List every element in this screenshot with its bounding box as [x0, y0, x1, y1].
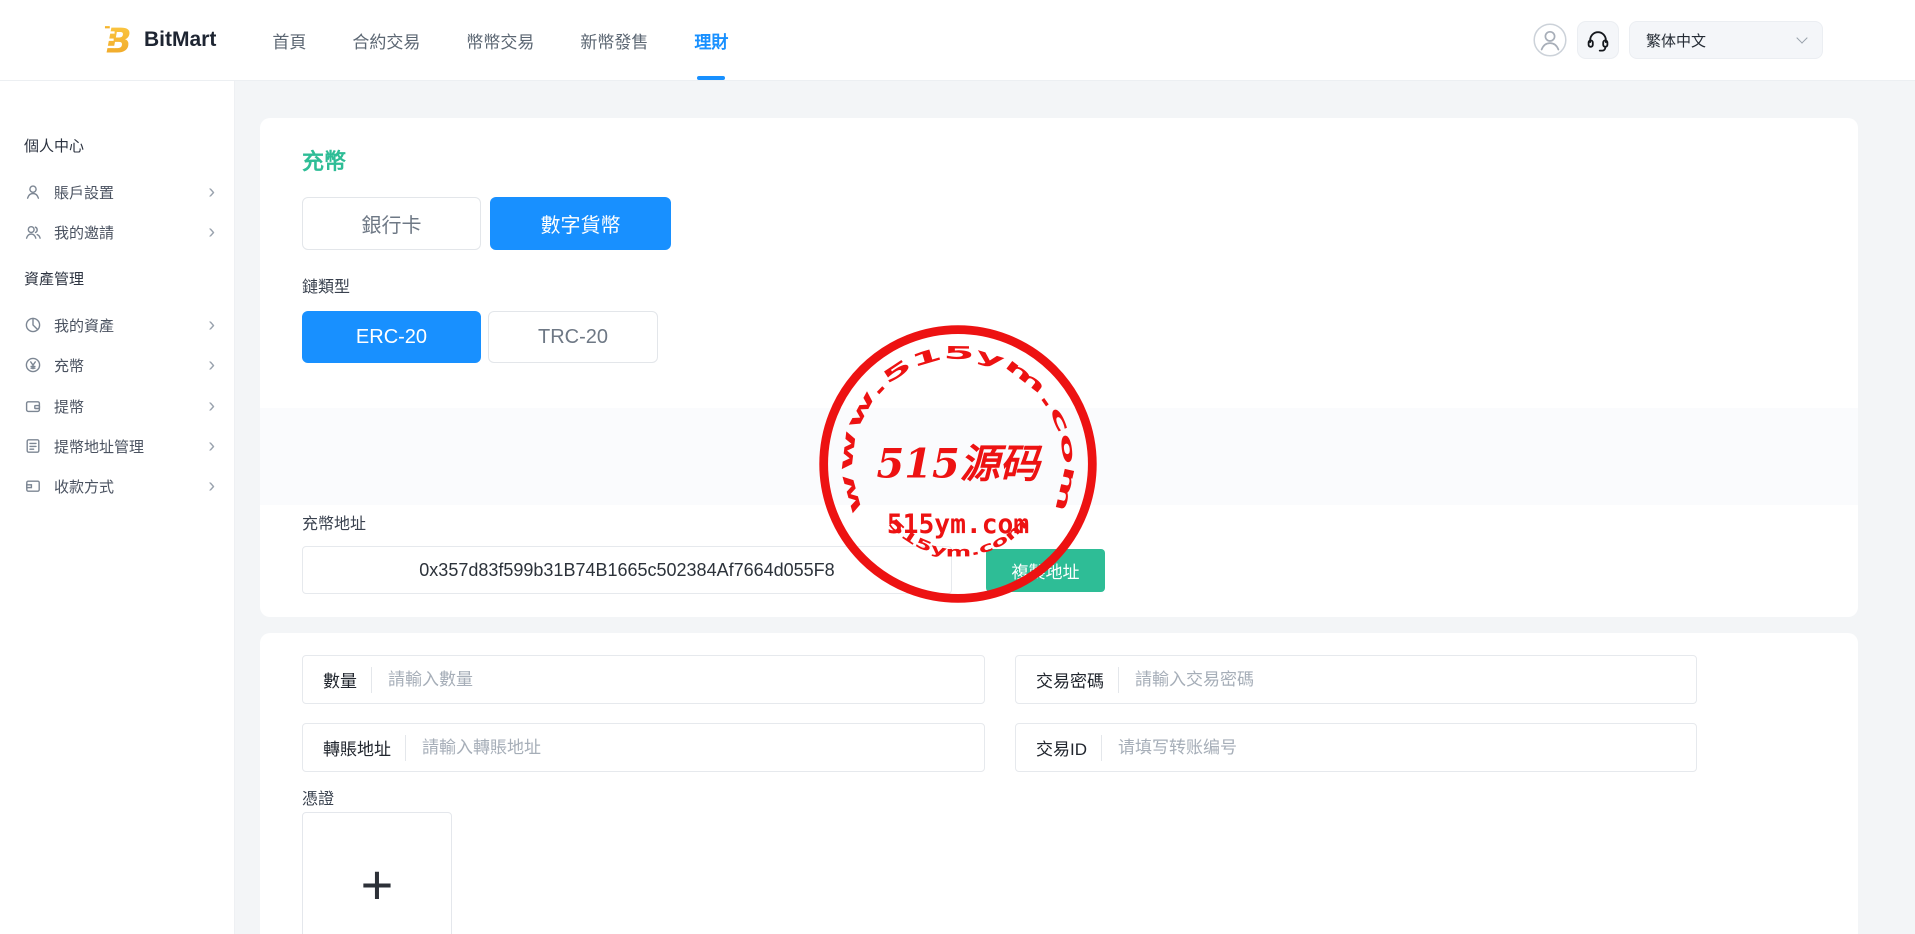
sidebar-item-my-assets[interactable]: 我的資產 › — [0, 311, 235, 339]
user-avatar[interactable] — [1533, 23, 1567, 57]
chevron-right-icon: › — [208, 354, 215, 376]
trade-password-field-group: 交易密碼 — [1015, 655, 1697, 704]
voucher-upload-box[interactable]: + — [302, 812, 452, 934]
main-nav: 首頁 合約交易 幣幣交易 新幣發售 理財 — [272, 0, 728, 80]
wallet-icon — [25, 401, 41, 413]
copy-address-button[interactable]: 複製地址 — [986, 548, 1105, 592]
sidebar-item-my-invitations[interactable]: 我的邀請 › — [0, 218, 235, 246]
chevron-right-icon: › — [208, 314, 215, 336]
nav-item-home[interactable]: 首頁 — [272, 0, 306, 80]
nav-item-contract-trading[interactable]: 合約交易 — [352, 0, 420, 80]
tab-bank-card[interactable]: 銀行卡 — [302, 197, 481, 250]
sidebar-section-personal-center: 個人中心 — [24, 138, 85, 155]
chevron-right-icon: › — [208, 435, 215, 457]
active-nav-underline — [697, 76, 726, 80]
payment-method-icon — [26, 480, 40, 492]
sidebar: 個人中心 賬戶設置 › 我的邀請 › 資產管理 我的資產 › 充幣 › 提幣 ›… — [0, 81, 235, 934]
sidebar-item-withdraw-address-management[interactable]: 提幣地址管理 › — [0, 432, 235, 460]
customer-support-button[interactable] — [1577, 21, 1619, 59]
bitmart-deposit-page: B BitMart 首頁 合約交易 幣幣交易 新幣發售 理財 繁体中文 個人中心… — [0, 0, 1915, 934]
transaction-id-field-group: 交易ID — [1015, 723, 1697, 772]
tab-digital-currency[interactable]: 數字貨幣 — [490, 197, 671, 250]
chain-type-tabs: ERC-20 TRC-20 — [302, 311, 658, 363]
deposit-address-label: 充幣地址 — [302, 516, 367, 533]
bitmart-logo-icon: B — [104, 22, 131, 60]
transfer-address-field-group: 轉賬地址 — [302, 723, 985, 772]
top-navbar: B BitMart 首頁 合約交易 幣幣交易 新幣發售 理財 繁体中文 — [0, 0, 1915, 81]
chevron-right-icon: › — [208, 395, 215, 417]
transfer-form-card: 數量 交易密碼 轉賬地址 交易ID 憑證 + — [260, 633, 1858, 934]
field-divider — [1118, 666, 1119, 693]
pie-chart-icon — [25, 317, 41, 333]
tab-trc20[interactable]: TRC-20 — [488, 311, 658, 363]
amount-input[interactable] — [388, 669, 984, 690]
amount-field-group: 數量 — [302, 655, 985, 704]
deposit-title: 充幣 — [302, 149, 347, 174]
users-icon — [25, 225, 41, 239]
field-divider — [1101, 734, 1102, 761]
amount-label: 數量 — [323, 672, 357, 691]
transaction-id-input[interactable] — [1118, 737, 1696, 758]
transaction-id-label: 交易ID — [1036, 740, 1087, 759]
chain-type-label: 鏈類型 — [302, 279, 351, 296]
trade-password-input[interactable] — [1135, 669, 1696, 690]
deposit-info-panel — [260, 408, 1858, 505]
chevron-down-icon — [1796, 32, 1808, 44]
headset-icon — [1587, 30, 1609, 51]
user-avatar-icon — [1533, 23, 1567, 57]
transfer-address-label: 轉賬地址 — [323, 740, 391, 759]
deposit-address-row: 0x357d83f599b31B74B1665c502384Af7664d055… — [302, 546, 1105, 594]
chevron-right-icon: › — [208, 221, 215, 243]
user-icon — [26, 185, 40, 199]
brand-logo[interactable]: B BitMart — [104, 20, 216, 60]
deposit-method-tabs: 銀行卡 數字貨幣 — [302, 197, 671, 250]
deposit-address-value: 0x357d83f599b31B74B1665c502384Af7664d055… — [302, 546, 952, 594]
address-book-icon — [26, 439, 40, 453]
deposit-card: 充幣 銀行卡 數字貨幣 鏈類型 ERC-20 TRC-20 充幣地址 0x357… — [260, 118, 1858, 617]
navbar-right-cluster: 繁体中文 — [1533, 21, 1823, 59]
nav-item-finance[interactable]: 理財 — [694, 0, 728, 80]
chevron-right-icon: › — [208, 181, 215, 203]
transfer-address-input[interactable] — [422, 737, 984, 758]
tab-erc20[interactable]: ERC-20 — [302, 311, 481, 363]
language-label: 繁体中文 — [1646, 32, 1707, 50]
plus-icon: + — [360, 852, 394, 916]
nav-item-new-coin-sale[interactable]: 新幣發售 — [580, 0, 648, 80]
brand-name: BitMart — [144, 28, 217, 51]
sidebar-item-withdraw[interactable]: 提幣 › — [0, 392, 235, 420]
trade-password-label: 交易密碼 — [1036, 672, 1104, 691]
sidebar-item-payment-methods[interactable]: 收款方式 › — [0, 472, 235, 500]
sidebar-section-asset-management: 資產管理 — [24, 271, 85, 288]
field-divider — [371, 666, 372, 693]
nav-item-spot-trading[interactable]: 幣幣交易 — [466, 0, 534, 80]
coin-deposit-icon — [25, 357, 41, 373]
chevron-right-icon: › — [208, 475, 215, 497]
sidebar-item-account-settings[interactable]: 賬戶設置 › — [0, 178, 235, 206]
language-selector[interactable]: 繁体中文 — [1629, 21, 1823, 59]
voucher-label: 憑證 — [302, 791, 335, 808]
sidebar-item-deposit[interactable]: 充幣 › — [0, 351, 235, 379]
field-divider — [405, 734, 406, 761]
